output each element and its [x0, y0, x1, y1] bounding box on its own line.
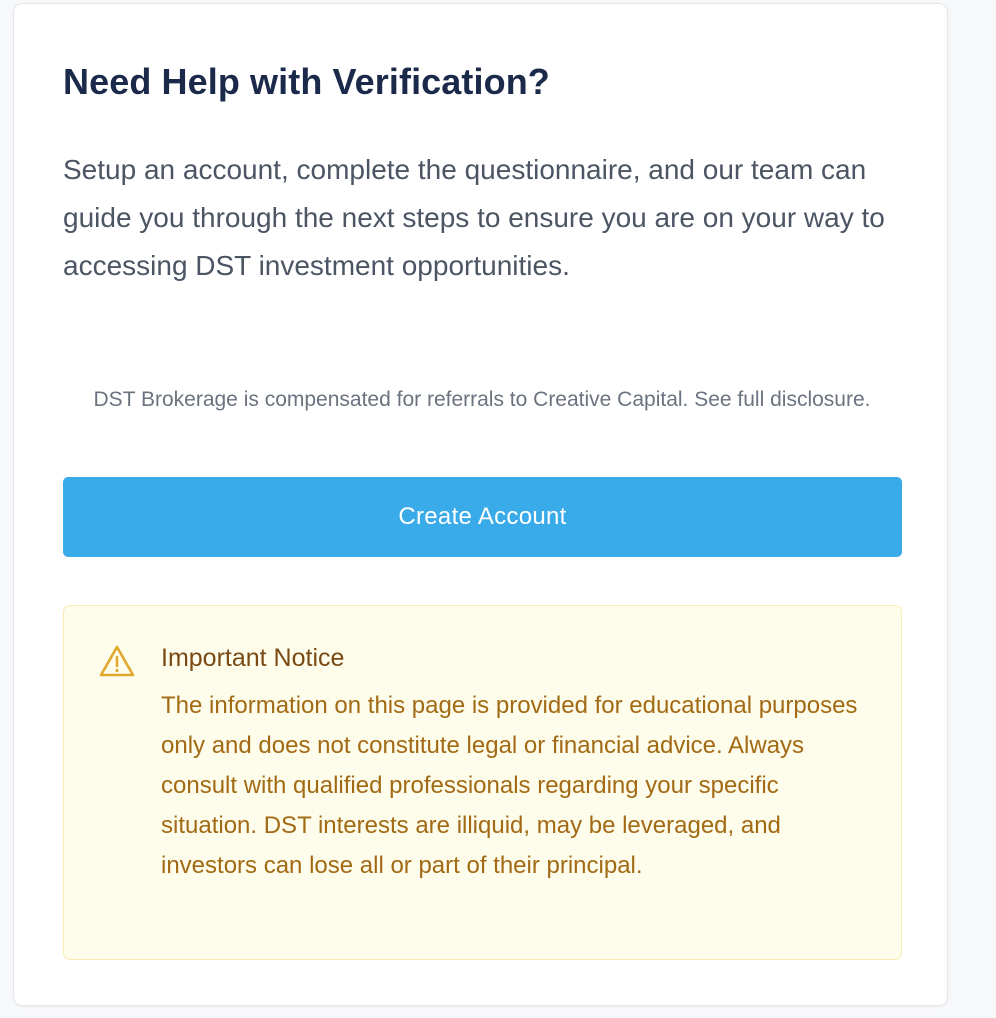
- card-title: Need Help with Verification?: [63, 61, 550, 102]
- card-description: Setup an account, complete the questionn…: [63, 154, 885, 281]
- referral-disclosure: DST Brokerage is compensated for referra…: [93, 388, 871, 411]
- notice-title: Important Notice: [161, 644, 345, 672]
- warning-triangle-icon: [98, 644, 136, 678]
- notice-body: The information on this page is provided…: [161, 692, 858, 879]
- important-notice-box: Important Notice The information on this…: [63, 605, 902, 960]
- create-account-button[interactable]: Create Account: [63, 477, 902, 557]
- verification-help-card: Need Help with Verification? Setup an ac…: [13, 3, 948, 1006]
